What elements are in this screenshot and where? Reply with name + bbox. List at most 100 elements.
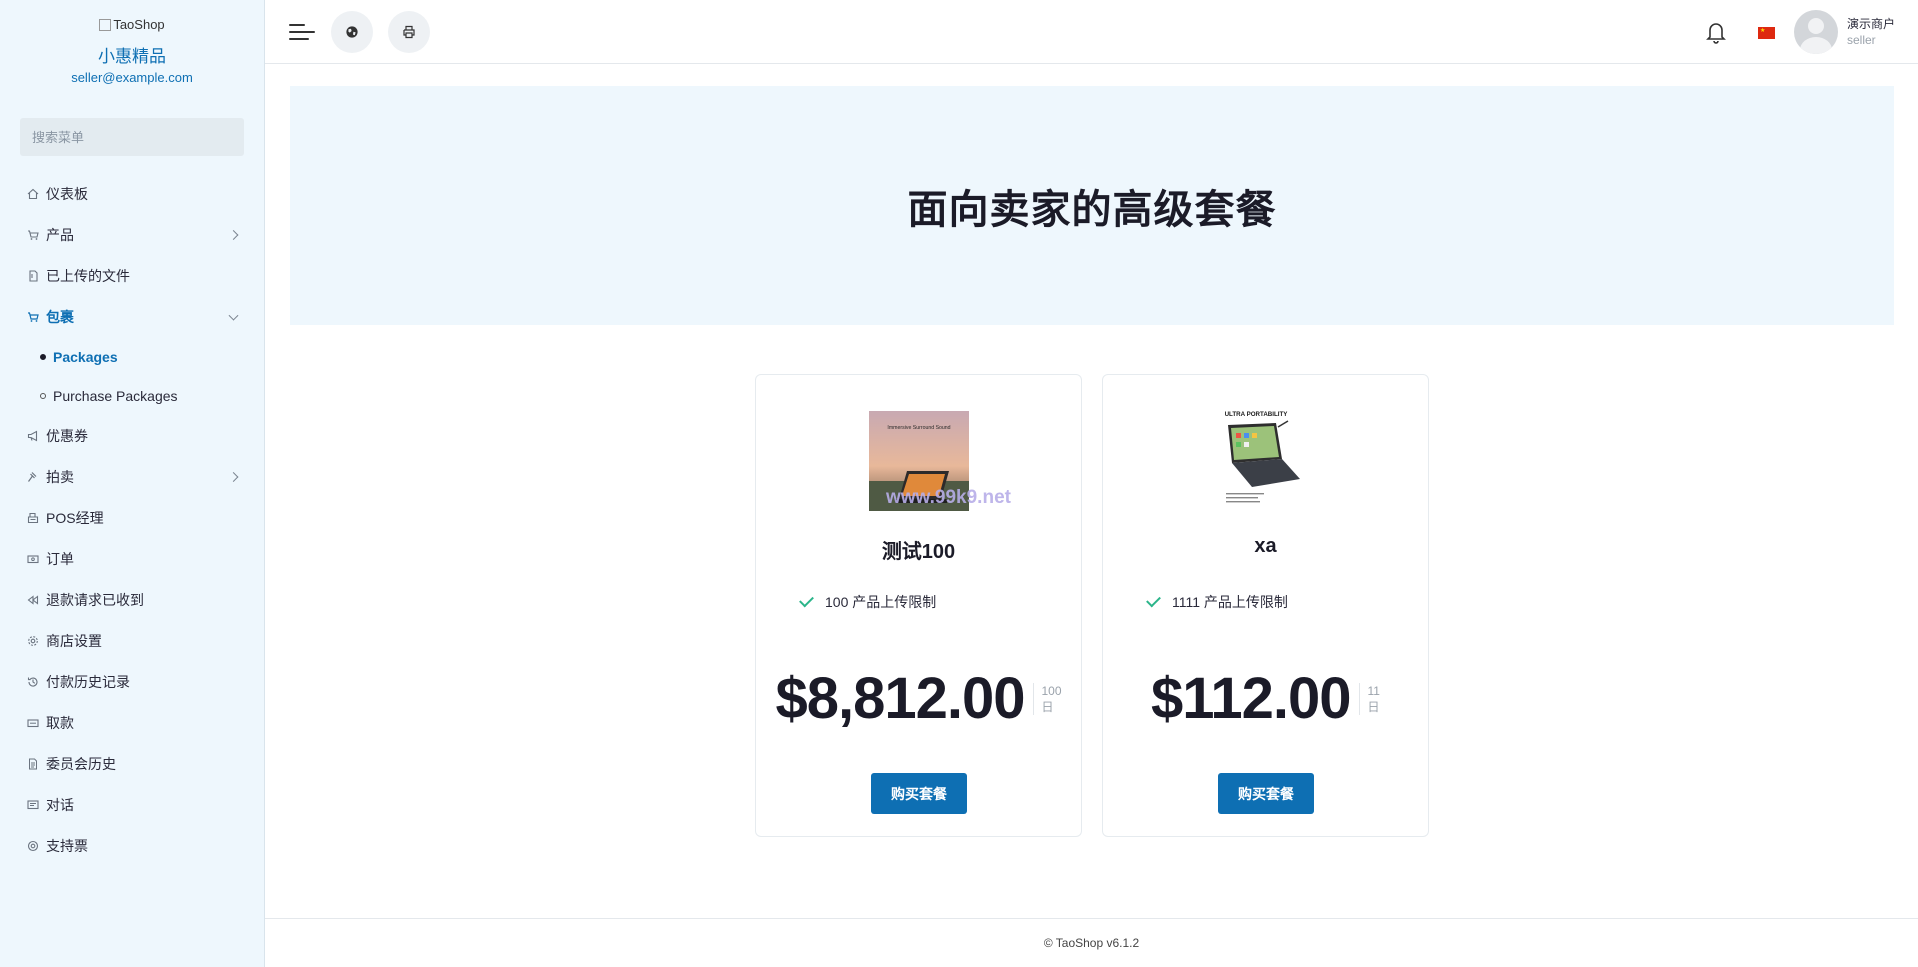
price-row: $112.00 11 日	[1103, 665, 1428, 732]
topbar: ★ 演示商户 seller	[265, 0, 1918, 64]
sidebar-item-label: POS经理	[46, 509, 104, 526]
money-bill-icon	[26, 716, 40, 730]
duration-unit: 日	[1367, 699, 1380, 714]
package-image-caption: ULTRA PORTABILITY	[1225, 411, 1289, 418]
package-feature: 1111 产品上传限制	[1146, 592, 1288, 612]
chevron-right-icon	[228, 229, 239, 240]
duration-number: 100	[1041, 683, 1062, 698]
cart-icon	[26, 228, 40, 242]
sidebar-item-label: 付款历史记录	[46, 673, 130, 690]
megaphone-icon	[26, 429, 40, 443]
sidebar-item-label: 支持票	[46, 837, 88, 854]
package-price: $8,812.00	[775, 666, 1025, 731]
shop-email: seller@example.com	[71, 70, 193, 85]
brand: TaoShop 小惠精品 seller@example.com	[0, 0, 264, 85]
gear-icon	[26, 634, 40, 648]
user-role: seller	[1847, 33, 1876, 47]
user-name: 演示商户	[1847, 17, 1896, 31]
sidebar-item-auction[interactable]: 拍卖	[0, 456, 265, 497]
file-icon	[26, 269, 40, 283]
sidebar-item-label: 产品	[46, 226, 74, 243]
globe-icon	[346, 26, 358, 38]
package-image: ULTRA PORTABILITY	[1216, 411, 1316, 511]
price-row: $8,812.00 100 日	[756, 665, 1081, 732]
bullet-icon	[40, 392, 46, 399]
package-feature-text: 100 产品上传限制	[825, 594, 937, 610]
document-icon	[26, 757, 40, 771]
sidebar-subitem-label: Packages	[53, 348, 118, 365]
page-title: 面向卖家的高级套餐	[907, 187, 1277, 232]
sidebar-item-shop-settings[interactable]: 商店设置	[0, 620, 265, 661]
package-duration: 100 日	[1032, 682, 1062, 715]
sidebar-item-commission-history[interactable]: 委员会历史	[0, 743, 265, 784]
bell-icon[interactable]	[1705, 20, 1727, 44]
china-flag-icon[interactable]: ★	[1758, 27, 1775, 39]
bullet-icon	[40, 353, 46, 360]
sidebar-item-withdraw[interactable]: 取款	[0, 702, 265, 743]
sidebar-item-refunds[interactable]: 退款请求已收到	[0, 579, 265, 620]
check-icon	[799, 592, 814, 608]
sidebar-item-support-tickets[interactable]: 支持票	[0, 825, 265, 866]
sidebar-item-label: 仪表板	[46, 185, 88, 202]
printer-icon	[403, 25, 415, 39]
shop-logo[interactable]: TaoShop	[0, 16, 264, 34]
gavel-icon	[26, 470, 40, 484]
sidebar-item-label: 已上传的文件	[46, 267, 130, 284]
sidebar-item-payment-history[interactable]: 付款历史记录	[0, 661, 265, 702]
package-duration: 11 日	[1358, 682, 1380, 715]
hero-banner: 面向卖家的高级套餐	[290, 86, 1894, 325]
shop-name: 小惠精品	[98, 47, 166, 66]
sidebar-subitem-packages[interactable]: Packages	[0, 337, 265, 376]
sidebar-item-label: 包裹	[46, 308, 74, 325]
cart-icon	[26, 310, 40, 324]
buy-package-button[interactable]: 购买套餐	[871, 773, 967, 814]
package-price: $112.00	[1151, 666, 1351, 731]
support-icon	[26, 839, 40, 853]
sidebar-item-label: 退款请求已收到	[46, 591, 144, 608]
history-icon	[26, 675, 40, 689]
sidebar-nav: 仪表板 产品 已上传的文件 包裹 Packages Purchase Packa…	[0, 173, 265, 866]
register-icon	[26, 511, 40, 525]
package-name: 测试100	[881, 541, 956, 563]
sidebar-item-products[interactable]: 产品	[0, 214, 265, 255]
package-card: Immersive Surround Sound www.99k9.net 测试…	[755, 374, 1082, 837]
package-feature-text: 1111 产品上传限制	[1172, 594, 1288, 610]
chevron-down-icon	[228, 310, 239, 321]
sidebar-item-label: 商店设置	[46, 632, 102, 649]
sidebar-item-uploaded-files[interactable]: 已上传的文件	[0, 255, 265, 296]
print-button[interactable]	[388, 11, 430, 53]
menu-icon[interactable]	[289, 22, 315, 42]
package-feature: 100 产品上传限制	[799, 592, 937, 612]
sidebar-item-packages[interactable]: 包裹	[0, 296, 265, 337]
package-name: xa	[1254, 535, 1277, 557]
sidebar-item-dashboard[interactable]: 仪表板	[0, 173, 265, 214]
sidebar-item-label: 拍卖	[46, 468, 74, 485]
sidebar-item-orders[interactable]: 订单	[0, 538, 265, 579]
package-image-caption: Immersive Surround Sound	[887, 425, 950, 431]
sidebar-item-coupons[interactable]: 优惠券	[0, 415, 265, 456]
sidebar-item-label: 取款	[46, 714, 74, 731]
sidebar-item-conversations[interactable]: 对话	[0, 784, 265, 825]
sidebar-item-label: 对话	[46, 796, 74, 813]
money-icon	[26, 552, 40, 566]
chat-icon	[26, 798, 40, 812]
sidebar-item-label: 订单	[46, 550, 74, 567]
watermark-text: www.99k9.net	[886, 487, 1011, 508]
globe-button[interactable]	[331, 11, 373, 53]
avatar[interactable]	[1794, 10, 1838, 54]
menu-search-input[interactable]	[20, 118, 244, 156]
buy-package-button[interactable]: 购买套餐	[1218, 773, 1314, 814]
duration-unit: 日	[1041, 699, 1054, 714]
package-card: ULTRA PORTABILITY xa 1111 产品上传限制 $112.00…	[1102, 374, 1429, 837]
home-icon	[26, 187, 40, 201]
sidebar: TaoShop 小惠精品 seller@example.com 仪表板 产品 已…	[0, 0, 265, 967]
duration-number: 11	[1367, 683, 1380, 698]
chevron-right-icon	[228, 471, 239, 482]
footer: © TaoShop v6.1.2	[265, 918, 1918, 967]
sidebar-subitem-purchase-packages[interactable]: Purchase Packages	[0, 376, 265, 415]
sidebar-subitem-label: Purchase Packages	[53, 387, 178, 404]
footer-copyright: © TaoShop v6.1.2	[1043, 936, 1140, 950]
sidebar-item-label: 委员会历史	[46, 755, 116, 772]
sidebar-item-label: 优惠券	[46, 427, 88, 444]
sidebar-item-pos[interactable]: POS经理	[0, 497, 265, 538]
